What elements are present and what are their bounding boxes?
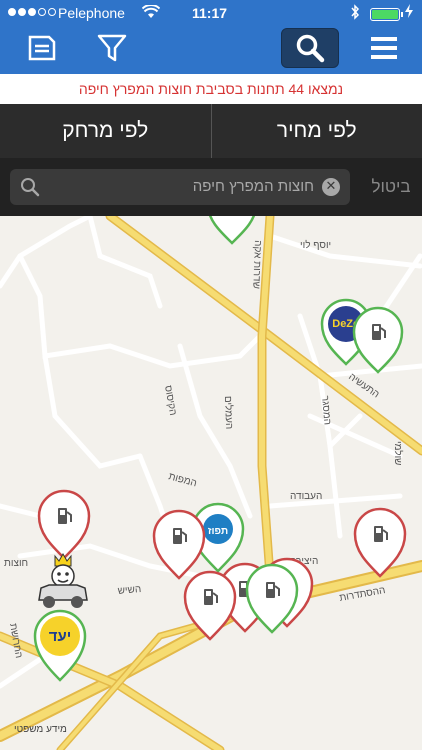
street-label: המפות bbox=[167, 471, 198, 489]
map-legal-link[interactable]: מידע משפטי bbox=[14, 724, 67, 735]
search-button[interactable] bbox=[281, 28, 339, 68]
sort-tabs: לפי מרחק לפי מחיר bbox=[0, 104, 422, 158]
battery-icon bbox=[370, 8, 403, 21]
status-bar: Pelephone 11:17 bbox=[0, 0, 422, 26]
filter-button[interactable] bbox=[92, 28, 132, 68]
street-label: הקיסוס bbox=[162, 385, 178, 417]
street-label: שולמי bbox=[392, 441, 404, 465]
map-canvas: יוסף לוי התעשיה הקיסוס העמלים המפות העבו… bbox=[0, 216, 422, 750]
bluetooth-icon bbox=[350, 4, 360, 24]
street-label: העמלים bbox=[222, 396, 235, 430]
street-label: השיש bbox=[117, 584, 141, 597]
top-bar: Pelephone 11:17 bbox=[0, 0, 422, 74]
list-view-button[interactable] bbox=[22, 28, 62, 68]
cancel-button[interactable]: ביטול bbox=[360, 158, 422, 216]
tab-sort-by-price[interactable]: לפי מחיר bbox=[212, 104, 422, 158]
signal-strength bbox=[8, 8, 56, 16]
tab-sort-by-distance[interactable]: לפי מרחק bbox=[0, 104, 212, 158]
search-icon bbox=[296, 34, 325, 63]
clock: 11:17 bbox=[192, 5, 228, 21]
current-location-car-icon bbox=[38, 552, 88, 608]
street-label: חוצות bbox=[4, 558, 28, 569]
station-pin-green[interactable] bbox=[208, 216, 256, 245]
results-message: נמצאו 44 תחנות בסביבת חוצות המפרץ חיפה bbox=[0, 74, 422, 104]
search-input-value: חוצות המפרץ חיפה bbox=[192, 178, 314, 195]
tapuz-logo: תפוז bbox=[208, 526, 228, 537]
street-label: שדרות אקה bbox=[250, 240, 263, 289]
list-icon bbox=[28, 35, 56, 61]
paz-logo: יעד bbox=[49, 628, 72, 645]
search-icon bbox=[21, 178, 40, 197]
station-pin-green[interactable] bbox=[352, 306, 404, 374]
map-view[interactable]: יוסף לוי התעשיה הקיסוס העמלים המפות העבו… bbox=[0, 216, 422, 750]
charging-icon bbox=[405, 4, 413, 21]
filter-icon bbox=[97, 34, 127, 62]
wifi-icon bbox=[141, 4, 161, 23]
carrier-name: Pelephone bbox=[58, 5, 125, 21]
search-row: חוצות המפרץ חיפה ✕ ביטול bbox=[0, 158, 422, 216]
menu-button[interactable] bbox=[364, 28, 404, 68]
clear-search-icon[interactable]: ✕ bbox=[322, 178, 340, 196]
hamburger-menu-icon bbox=[371, 37, 397, 59]
street-label: העבודה bbox=[290, 491, 322, 502]
search-input[interactable]: חוצות המפרץ חיפה ✕ bbox=[10, 169, 350, 205]
street-label: יוסף לוי bbox=[300, 239, 331, 251]
